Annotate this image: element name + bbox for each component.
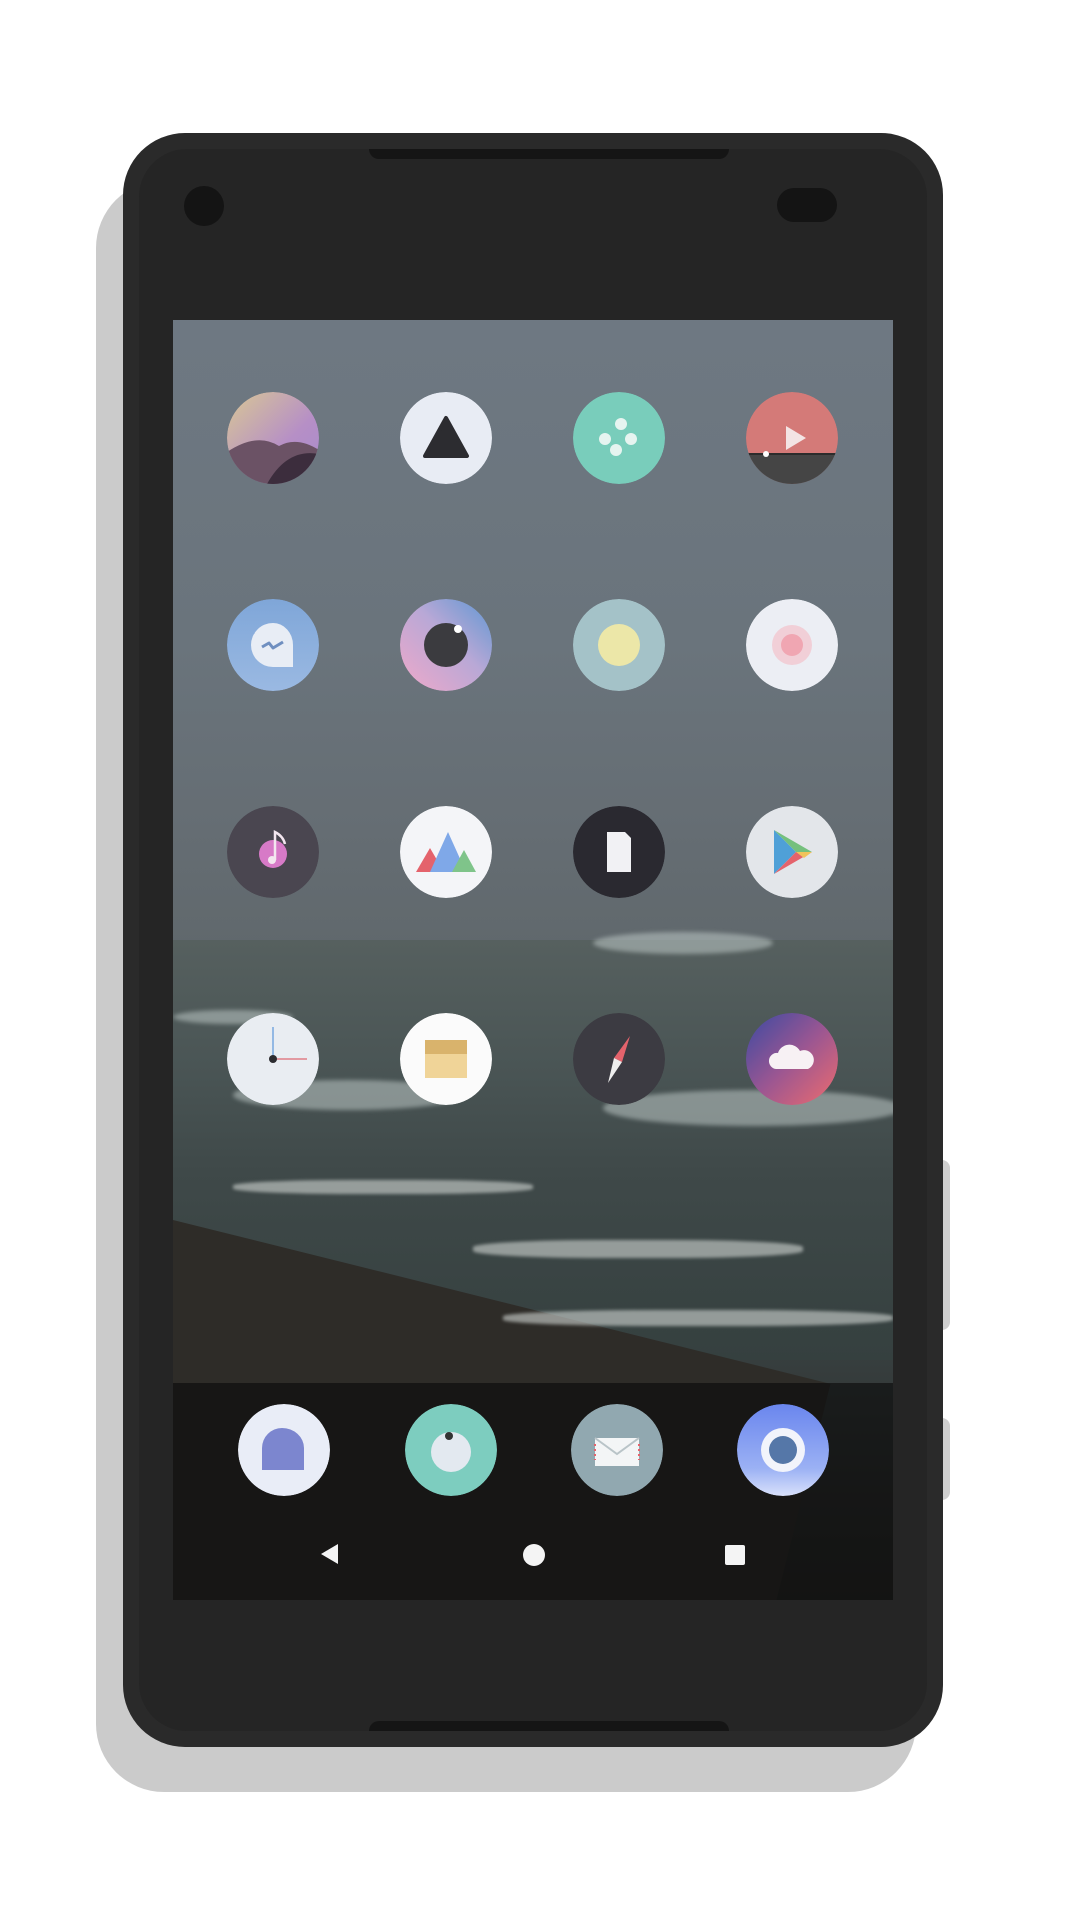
wallpaper-foam [233,1180,533,1194]
top-speaker [369,149,729,159]
messenger-bubble-icon[interactable] [227,599,319,691]
browser-circle-icon[interactable] [737,1404,829,1496]
camera-app-icon[interactable] [405,1404,497,1496]
back-icon[interactable] [318,1542,342,1571]
triangle-launcher-icon[interactable] [400,392,492,484]
mail-envelope-icon[interactable] [571,1404,663,1496]
compass-icon[interactable] [573,1013,665,1105]
recents-icon[interactable] [724,1544,746,1571]
files-document-icon[interactable] [573,806,665,898]
home-screen [173,320,893,1600]
wallpaper-foam [503,1310,893,1326]
dock [173,1383,893,1600]
video-player-icon[interactable] [746,392,838,484]
home-icon[interactable] [522,1543,546,1572]
play-store-icon[interactable] [746,806,838,898]
bottom-speaker [369,1721,729,1731]
weather-sun-icon[interactable] [573,599,665,691]
record-button-icon[interactable] [746,599,838,691]
chat-bubble-icon[interactable] [238,1404,330,1496]
wallpaper-foam [473,1240,803,1258]
wallpaper-wave [593,932,773,954]
gallery-landscape-icon[interactable] [227,392,319,484]
music-note-icon[interactable] [227,806,319,898]
notes-box-icon[interactable] [400,1013,492,1105]
mountains-photos-icon[interactable] [400,806,492,898]
dots-game-icon[interactable] [573,392,665,484]
front-camera [184,186,224,226]
proximity-sensor [777,188,837,222]
camera-lens-icon[interactable] [400,599,492,691]
cloud-weather-icon[interactable] [746,1013,838,1105]
clock-icon[interactable] [227,1013,319,1105]
